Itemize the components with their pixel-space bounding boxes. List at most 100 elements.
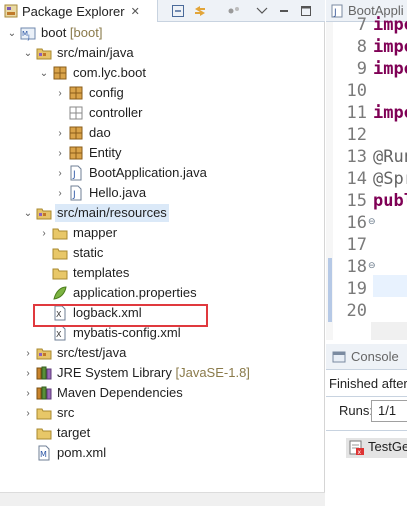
chevron-right-icon[interactable]: › [54,87,66,99]
svg-text:J: J [27,34,30,41]
svg-text:J: J [72,170,76,180]
line-number: 8 [356,37,367,57]
package-icon [52,65,68,81]
chevron-right-icon[interactable]: › [38,227,50,239]
tree-item-templates[interactable]: templates [0,263,325,283]
chevron-right-icon[interactable]: › [54,187,66,199]
tree-item-label: Maven Dependencies [55,384,185,402]
chevron-right-icon[interactable]: › [54,167,66,179]
code-line: @Run [373,147,407,167]
junit-status: Finished after [329,376,407,391]
code-line: impo [373,15,407,35]
tree-item-boot[interactable]: ⌄ M Jboot [boot] [0,23,325,43]
label-text: src/main/java [57,45,134,60]
tree-item-label: com.lyc.boot [71,64,148,82]
label-text: controller [89,105,143,120]
tree-item-label: application.properties [71,284,199,302]
package-icon [68,145,84,161]
label-text: Maven Dependencies [57,385,183,400]
line-number: 16 [346,213,367,233]
tree-item-target[interactable]: target [0,423,325,443]
label-text: mapper [73,225,118,240]
tree-item-src-test-java[interactable]: › src/test/java [0,343,325,363]
empty-package-icon [68,105,84,121]
line-number-ruler: 7 8 9 10 11 12 13 14 15 16 ⊖ 17 18 ⊖ 19 20 [333,15,376,340]
tree-item-dao[interactable]: › dao [0,123,325,143]
line-number: 12 [346,125,367,145]
line-number: 17 [346,235,367,255]
label-text: config [89,85,124,100]
test-label: TestGe [368,439,407,454]
fold-icon[interactable]: ⊖ [368,216,376,227]
tree-item-hello[interactable]: › J Hello.java [0,183,325,203]
label-text: Entity [89,145,122,160]
test-suite-icon: x [349,440,364,456]
tree-item-entity[interactable]: › Entity [0,143,325,163]
tree-item-label: src/main/resources [55,204,169,222]
line-number: 9 [356,59,367,79]
chevron-down-icon[interactable]: ⌄ [22,47,34,59]
editor-left-ruler [326,22,333,340]
folder-icon [36,425,52,441]
line-number: 14 [346,169,367,189]
tree-item-controller[interactable]: controller [0,103,325,123]
link-with-editor-icon[interactable] [192,3,208,19]
tree-item-com-lyc-boot[interactable]: ⌄ com.lyc.boot [0,63,325,83]
tree-item-jre[interactable]: › JRE System Library [JavaSE-1.8] [0,363,325,383]
code-line: impo [373,59,407,79]
console-tab[interactable]: Console [326,344,407,370]
tree-item-label: Entity [87,144,124,162]
tree-item-src-main-resources[interactable]: ⌄ src/main/resources [0,203,325,223]
minimize-icon[interactable] [276,3,292,19]
line-number: 10 [346,81,367,101]
runs-counter: Runs: 1/1 [339,400,407,422]
tree-item-maven-deps[interactable]: › Maven Dependencies [0,383,325,403]
chevron-down-icon[interactable]: ⌄ [6,27,18,39]
tree-item-config[interactable]: › config [0,83,325,103]
collapse-all-icon[interactable] [170,3,186,19]
label-decoration: [JavaSE-1.8] [171,365,250,380]
chevron-right-icon[interactable]: › [22,347,34,359]
svg-text:X: X [56,330,62,339]
tree-item-label: src [55,404,76,422]
tree-item-app-props[interactable]: application.properties [0,283,325,303]
horizontal-scrollbar[interactable] [0,492,325,506]
xml-file-icon: X [52,325,68,341]
chevron-right-icon[interactable]: › [54,127,66,139]
label-text: src/test/java [57,345,127,360]
tree-item-src-main-java[interactable]: ⌄ src/main/java [0,43,325,63]
tree-item-mapper[interactable]: › mapper [0,223,325,243]
chevron-down-icon[interactable]: ⌄ [38,67,50,79]
folder-icon [36,405,52,421]
tree-item-src[interactable]: › src [0,403,325,423]
maven-pom-icon: M [36,445,52,461]
line-number: 11 [346,103,367,123]
runs-value: 1/1 [371,400,407,422]
view-menu-icon[interactable] [254,3,270,19]
maximize-icon[interactable] [298,3,314,19]
divider [326,396,407,397]
chevron-down-icon[interactable]: ⌄ [22,207,34,219]
label-text: static [73,245,104,260]
chevron-right-icon[interactable]: › [22,407,34,419]
tree-item-bootapp[interactable]: › J BootApplication.java [0,163,325,183]
code-line: @Spr [373,169,407,189]
package-explorer-tab[interactable]: Package Explorer ✕ [0,0,158,22]
package-icon [68,85,84,101]
package-explorer-icon [4,4,18,18]
label-text: src/main/resources [57,205,167,220]
fold-icon[interactable]: ⊖ [368,260,376,271]
tree-item-label: mapper [71,224,119,242]
tree-item-pom[interactable]: Mpom.xml [0,443,325,463]
filters-icon[interactable] [226,3,242,19]
tree-item-static[interactable]: static [0,243,325,263]
chevron-right-icon[interactable]: › [22,367,34,379]
library-icon [36,365,52,381]
chevron-right-icon[interactable]: › [22,387,34,399]
editor-scrollbar[interactable] [371,322,407,340]
label-text: templates [73,265,130,280]
tree-item-label: JRE System Library [JavaSE-1.8] [55,364,252,382]
console-view: Console Finished after Runs: 1/1 x TestG… [326,344,407,506]
close-icon[interactable]: ✕ [131,5,140,18]
chevron-right-icon[interactable]: › [54,147,66,159]
